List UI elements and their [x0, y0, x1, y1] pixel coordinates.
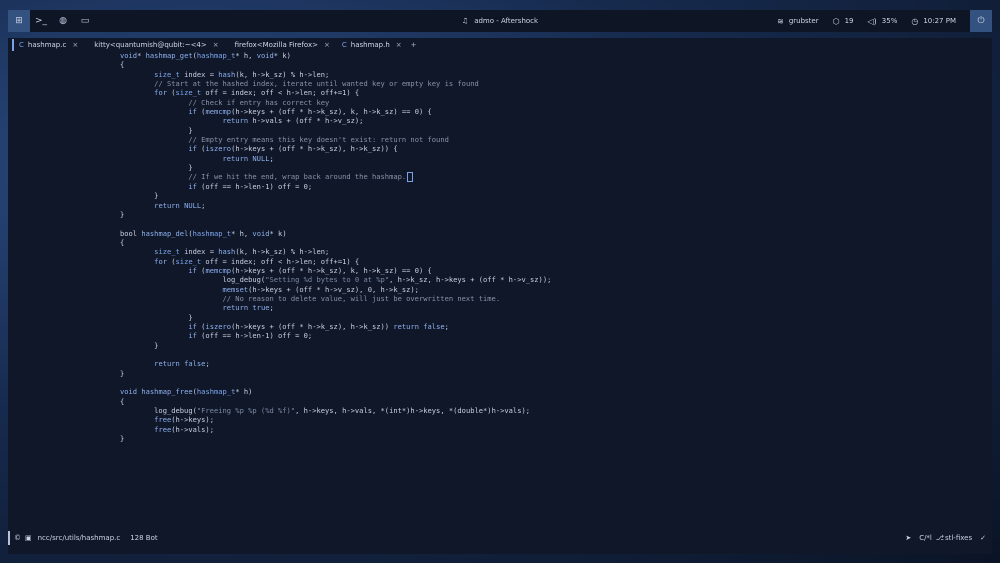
updates-status[interactable]: ⬡ 19	[833, 17, 854, 26]
editor-window: C hashmap.c × kitty<quantumish@qubit:~<4…	[8, 38, 992, 554]
code-line: {	[120, 396, 125, 406]
tab-label: hashmap.c	[27, 41, 67, 49]
code-line: if (iszero(h->keys + (off * h->k_sz), h-…	[188, 144, 398, 154]
now-playing-label[interactable]: admo - Aftershock	[474, 17, 538, 25]
top-panel: ⊞ >_ ◍ ▭ ♫ admo - Aftershock ≋ grubster …	[8, 10, 992, 32]
file-path: ncc/src/utils/hashmap.c	[37, 534, 121, 542]
code-line: size_t index = hash(k, h->k_sz) % h->len…	[154, 69, 330, 79]
globe-icon[interactable]: ◍	[52, 10, 74, 32]
code-line: free(h->keys);	[154, 415, 214, 425]
tab-bar: C hashmap.c × kitty<quantumish@qubit:~<4…	[12, 39, 422, 51]
code-line: memset(h->keys + (off * h->v_sz), 0, h->…	[222, 284, 419, 294]
save-icon: ▣	[25, 534, 32, 542]
clock-icon: ◷	[911, 16, 919, 26]
send-icon: ➤	[905, 534, 912, 542]
code-line: if (iszero(h->keys + (off * h->k_sz), h-…	[188, 321, 449, 331]
code-line: }	[120, 368, 125, 378]
git-branch[interactable]: stl-fixes	[945, 534, 972, 542]
code-line: void* hashmap_get(hashmap_t* h, void* k)	[120, 51, 291, 60]
branch-icon: ⎇	[935, 534, 944, 542]
clock[interactable]: ◷ 10:27 PM	[911, 17, 956, 26]
volume-level: 35%	[881, 17, 898, 25]
updates-count: 19	[844, 17, 854, 25]
code-line: }	[120, 340, 159, 350]
code-line: return NULL;	[222, 153, 274, 163]
copyright-icon: ©	[14, 534, 21, 542]
mode-indicator	[8, 531, 10, 545]
code-line: }	[120, 191, 159, 201]
volume-icon: ◁)	[867, 16, 877, 26]
new-tab-button[interactable]: +	[407, 39, 422, 51]
clock-time: 10:27 PM	[923, 17, 956, 25]
code-line: void hashmap_free(hashmap_t* h)	[120, 387, 253, 397]
close-icon[interactable]: ×	[396, 41, 402, 49]
code-line: {	[120, 237, 125, 247]
check-icon: ✓	[980, 534, 986, 542]
tab-firefox[interactable]: firefox<Mozilla Firefox> ×	[230, 39, 335, 51]
code-line: free(h->vals);	[154, 424, 214, 434]
code-line: }	[120, 434, 125, 444]
c-file-icon: C	[341, 41, 347, 49]
code-line: bool hashmap_del(hashmap_t* h, void* k)	[120, 228, 287, 238]
tab-label: hashmap.h	[350, 41, 390, 49]
power-icon[interactable]: ⏻	[970, 10, 992, 32]
music-icon: ♫	[461, 17, 469, 25]
code-line: return true;	[222, 303, 274, 313]
package-icon: ⬡	[832, 16, 840, 26]
code-editor[interactable]: void* hashmap_get(hashmap_t* h, void* k)…	[8, 51, 992, 443]
cursor-position: 128 Bot	[130, 534, 158, 542]
close-icon[interactable]: ×	[72, 41, 78, 49]
code-line: }	[120, 312, 193, 322]
code-line: // Check if entry has correct key	[188, 97, 330, 107]
code-line: return h->vals + (off * h->v_sz);	[222, 116, 364, 126]
folder-icon[interactable]: ▭	[74, 10, 96, 32]
wifi-name: grubster	[788, 17, 819, 25]
code-line: for (size_t off = index; off < h->len; o…	[154, 256, 360, 266]
tab-label: firefox<Mozilla Firefox>	[234, 41, 318, 49]
major-mode: C/*l	[919, 534, 932, 542]
tab-label: kitty<quantumish@qubit:~<4>	[94, 41, 207, 49]
close-icon[interactable]: ×	[213, 41, 219, 49]
terminal-icon[interactable]: >_	[30, 10, 52, 32]
text-cursor	[407, 172, 414, 183]
code-line: log_debug("Setting %d bytes to 0 at %p",…	[120, 275, 552, 285]
tab-hashmap-c[interactable]: C hashmap.c ×	[12, 39, 83, 51]
launcher-group: ⊞ >_ ◍ ▭	[8, 10, 96, 32]
code-line: // Start at the hashed index, iterate un…	[154, 79, 479, 89]
code-line: return false;	[154, 359, 210, 369]
code-line: if (memcmp(h->keys + (off * h->k_sz), k,…	[188, 107, 432, 117]
code-line: if (off == h->len-1) off = 0;	[188, 181, 313, 191]
code-line: }	[120, 125, 193, 135]
code-line: {	[120, 60, 125, 70]
code-line: }	[120, 163, 193, 173]
wifi-status[interactable]: ≋ grubster	[777, 17, 818, 26]
code-line: // Empty entry means this key doesn't ex…	[188, 135, 449, 145]
code-line: return NULL;	[154, 200, 206, 210]
code-line: if (off == h->len-1) off = 0;	[188, 331, 313, 341]
code-line: for (size_t off = index; off < h->len; o…	[154, 88, 360, 98]
tab-kitty[interactable]: kitty<quantumish@qubit:~<4> ×	[89, 39, 223, 51]
wifi-icon: ≋	[777, 16, 784, 26]
status-tray: ≋ grubster ⬡ 19 ◁) 35% ◷ 10:27 PM ⏻	[777, 10, 992, 32]
code-line: // If we hit the end, wrap back around t…	[120, 172, 992, 183]
status-right: ➤ C/*l ⎇ stl-fixes ✓	[897, 534, 986, 542]
volume-status[interactable]: ◁) 35%	[868, 17, 898, 26]
code-line: }	[120, 209, 125, 219]
tab-hashmap-h[interactable]: C hashmap.h ×	[337, 39, 407, 51]
close-icon[interactable]: ×	[324, 41, 330, 49]
code-line: size_t index = hash(k, h->k_sz) % h->len…	[154, 247, 330, 257]
status-line: © ▣ ncc/src/utils/hashmap.c 128 Bot ➤ C/…	[8, 531, 992, 545]
code-line: log_debug("Freeing %p %p (%d %f)", h->ke…	[120, 406, 531, 416]
grid-icon[interactable]: ⊞	[8, 10, 30, 32]
c-file-icon: C	[19, 41, 24, 49]
code-line: // No reason to delete value, will just …	[222, 293, 501, 303]
code-line: if (memcmp(h->keys + (off * h->k_sz), k,…	[188, 265, 432, 275]
